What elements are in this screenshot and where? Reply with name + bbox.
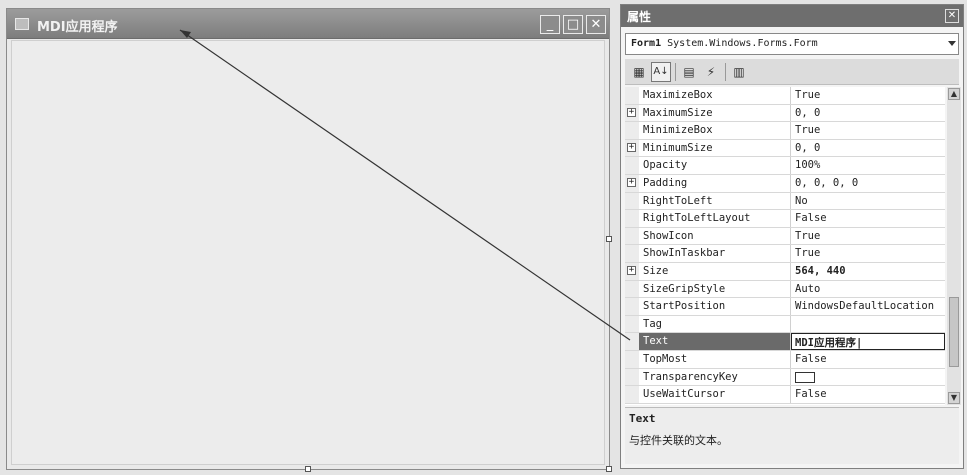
annotation-pointer-line: [179, 29, 631, 341]
